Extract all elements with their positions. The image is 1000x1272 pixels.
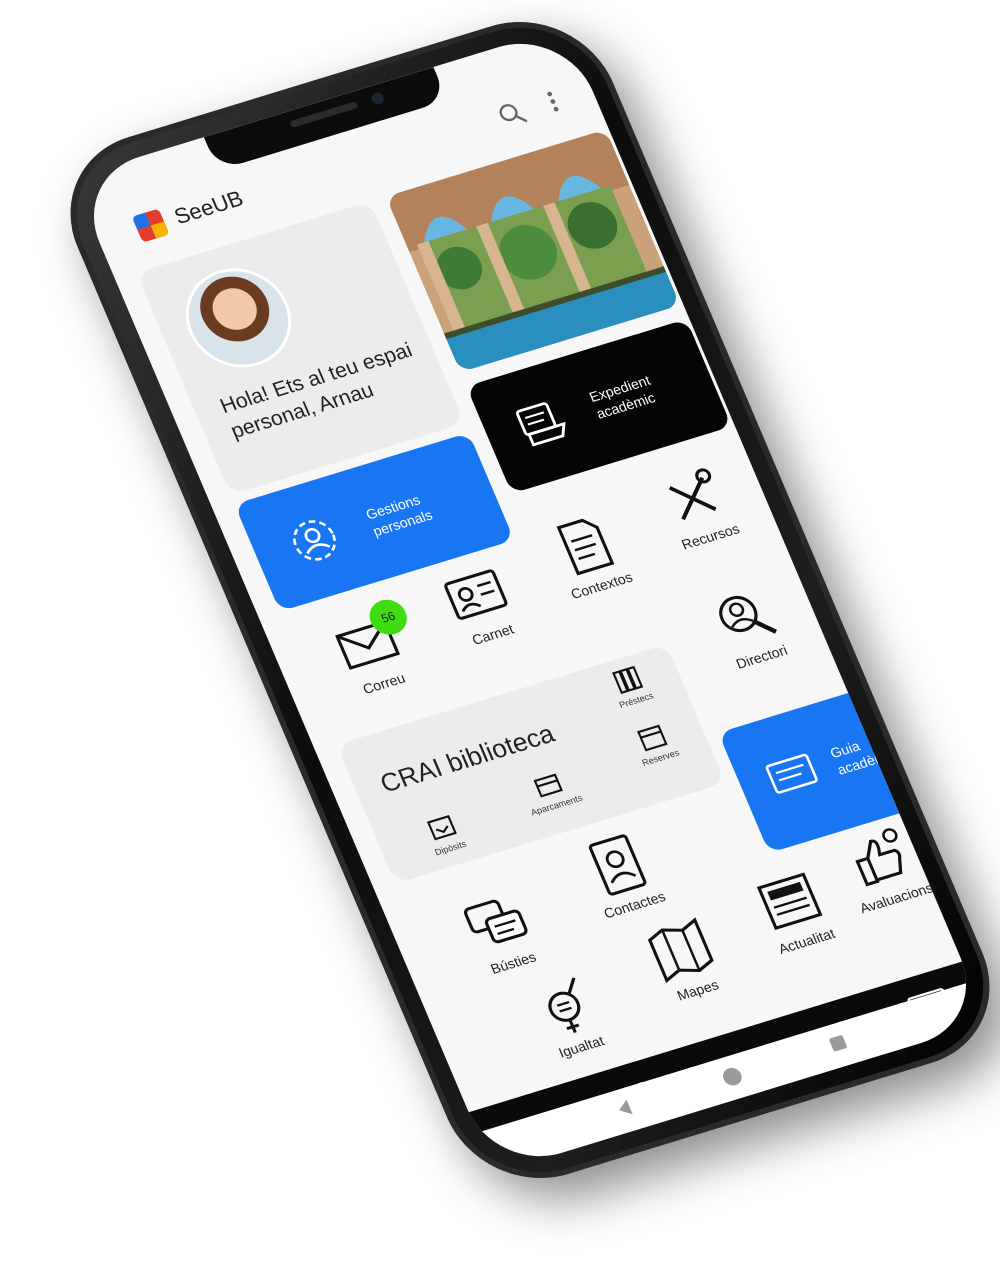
crai-item-aparcaments[interactable]: Aparcaments [499,758,602,823]
phone-device: SeeUB Hola! Ets al teu espai personal, A… [42,0,1000,1201]
crai-item-reserves[interactable]: Reserves [603,710,706,775]
phone-screen: SeeUB Hola! Ets al teu espai personal, A… [71,26,989,1174]
academic-record-label: Expedient acadèmic [586,372,658,422]
app-logo [131,208,170,243]
back-icon[interactable] [615,1099,633,1118]
personal-management-label: Gestions personals [363,491,435,540]
more-vert-icon[interactable] [541,87,565,117]
folder-hand-icon [515,402,566,447]
crai-item-diposits[interactable]: Dipòsits [393,801,496,866]
scene: SeeUB Hola! Ets al teu espai personal, A… [0,0,1000,1272]
home-icon[interactable] [720,1065,745,1088]
search-icon[interactable] [493,97,531,131]
recent-apps-icon[interactable] [828,1034,848,1052]
crai-item-prestecs[interactable]: Préstecs [579,653,682,718]
avatar [169,255,308,381]
app-title: SeeUB [170,185,247,230]
front-camera [369,91,386,106]
user-gear-icon [293,520,337,561]
guide-icon [765,753,818,794]
